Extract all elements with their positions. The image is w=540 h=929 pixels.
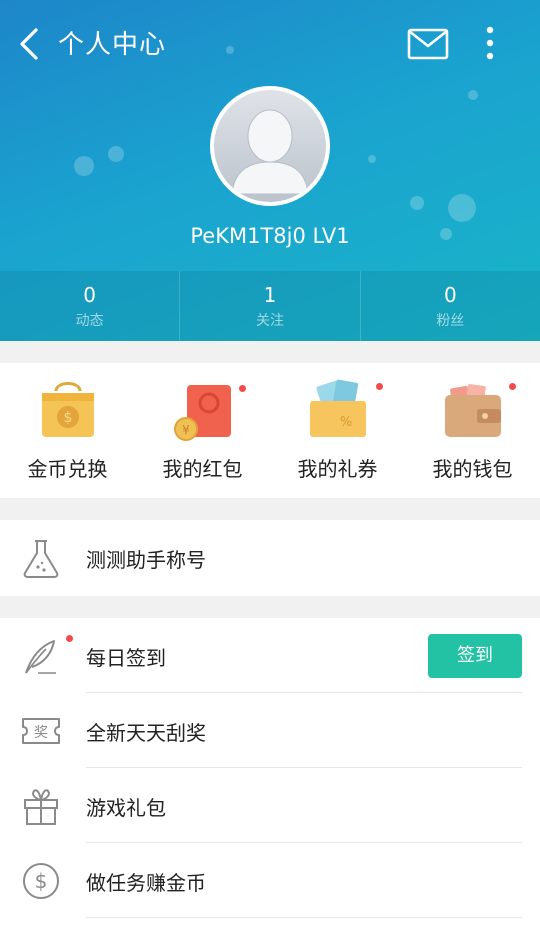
mail-icon	[407, 28, 449, 60]
decorative-bubble	[410, 196, 424, 210]
back-button[interactable]	[12, 22, 52, 66]
quick-actions: $ 金币兑换 ¥ 我的红包 % 我的礼券 我的钱包	[0, 363, 540, 498]
wallet-icon	[444, 384, 501, 437]
page-title: 个人中心	[58, 30, 167, 60]
list-section-tasks: 每日签到 签到 奖 全新天天刮奖 游戏礼包 $ 做任务赚金币	[0, 618, 540, 929]
decorative-bubble	[448, 194, 476, 222]
stat-following[interactable]: 1 关注	[179, 271, 359, 341]
decorative-bubble	[108, 146, 124, 162]
svg-text:$: $	[63, 410, 72, 426]
stat-value: 0	[83, 283, 97, 307]
quick-item-wallet[interactable]: 我的钱包	[405, 363, 540, 498]
stat-label: 粉丝	[436, 313, 465, 329]
coin-bag-icon: $	[41, 382, 94, 437]
default-avatar-icon	[214, 90, 326, 202]
list-section-assistant: 测测助手称号	[0, 520, 540, 596]
stat-posts[interactable]: 0 动态	[0, 271, 179, 341]
list-item-label: 测测助手称号	[86, 548, 206, 572]
notification-dot	[239, 385, 246, 392]
decorative-bubble	[368, 155, 376, 163]
list-item-earn-coins[interactable]: $ 做任务赚金币	[0, 843, 540, 918]
notification-dot	[66, 635, 73, 642]
quick-item-red-envelope[interactable]: ¥ 我的红包	[135, 363, 270, 498]
stat-value: 1	[263, 283, 277, 307]
quick-item-label: 我的礼券	[297, 457, 378, 481]
list-item-label: 做任务赚金币	[86, 871, 206, 895]
list-item-game-gift[interactable]: 游戏礼包	[0, 768, 540, 843]
list-item-test-title[interactable]: 测测助手称号	[0, 520, 540, 595]
flask-icon	[23, 540, 59, 578]
list-item-daily-checkin[interactable]: 每日签到 签到	[0, 618, 540, 693]
stats-bar: 0 动态 1 关注 0 粉丝	[0, 271, 540, 341]
svg-text:$: $	[35, 869, 48, 893]
coupon-icon: %	[309, 379, 366, 437]
quick-item-label: 我的钱包	[432, 457, 513, 481]
feather-icon	[25, 640, 56, 674]
profile-header: 个人中心 PeKM1T8j0 LV1 0 动态 1 关注 0 粉丝	[0, 0, 540, 341]
lottery-ticket-icon: 奖	[22, 718, 60, 744]
notification-dot	[509, 383, 516, 390]
list-item-scratch-lottery[interactable]: 奖 全新天天刮奖	[0, 693, 540, 768]
divider	[86, 917, 522, 918]
decorative-bubble	[74, 156, 94, 176]
stat-label: 关注	[255, 313, 284, 329]
notification-dot	[376, 383, 383, 390]
check-in-button[interactable]: 签到	[428, 634, 522, 678]
stat-label: 动态	[75, 313, 104, 329]
list-item-label: 游戏礼包	[86, 796, 166, 820]
dollar-coin-icon: $	[23, 863, 59, 899]
avatar[interactable]	[210, 86, 330, 206]
svg-text:%: %	[339, 415, 351, 430]
username-level: PeKM1T8j0 LV1	[190, 224, 350, 248]
mail-button[interactable]	[406, 26, 450, 62]
quick-item-label: 我的红包	[162, 457, 243, 481]
quick-item-coupon[interactable]: % 我的礼券	[270, 363, 405, 498]
quick-item-label: 金币兑换	[27, 457, 108, 481]
more-vertical-icon	[486, 26, 494, 60]
list-item-label: 全新天天刮奖	[86, 721, 206, 745]
quick-item-coin-exchange[interactable]: $ 金币兑换	[0, 363, 135, 498]
chevron-left-icon	[20, 28, 38, 60]
svg-text:¥: ¥	[182, 423, 190, 437]
red-envelope-icon: ¥	[173, 385, 231, 441]
list-item-label: 每日签到	[86, 646, 166, 670]
stat-followers[interactable]: 0 粉丝	[359, 271, 540, 341]
decorative-bubble	[468, 90, 478, 100]
svg-text:奖: 奖	[34, 724, 48, 741]
stat-value: 0	[443, 283, 457, 307]
gift-icon	[24, 789, 58, 825]
top-bar: 个人中心	[0, 0, 540, 86]
more-menu-button[interactable]	[476, 22, 504, 66]
